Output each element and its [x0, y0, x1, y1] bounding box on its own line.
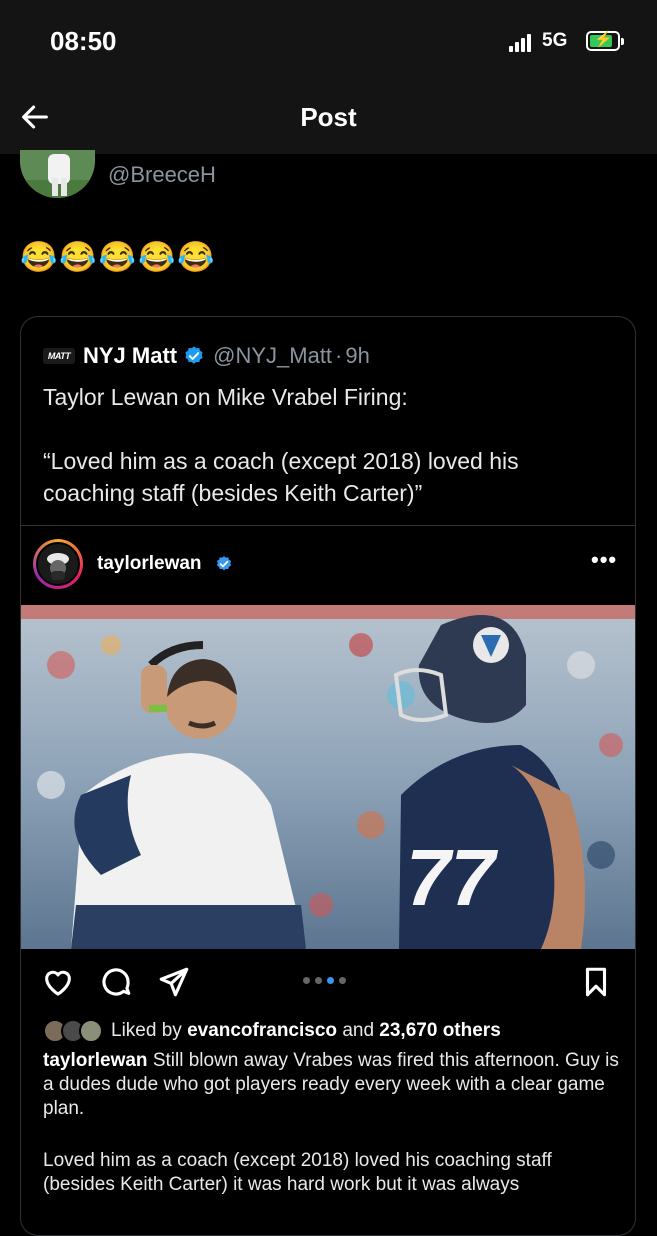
network-label: 5G [542, 30, 568, 51]
separator: · [335, 343, 343, 368]
bookmark-icon[interactable] [579, 965, 613, 999]
instagram-username[interactable]: taylorlewan [97, 553, 202, 575]
likes-prefix: Liked by [111, 1020, 182, 1041]
post-photo[interactable]: 77 [21, 605, 635, 949]
likes-joiner: and [342, 1020, 375, 1041]
carousel-dot [303, 977, 310, 984]
liker-avatars [43, 1019, 105, 1043]
post-author: @BreeceH [20, 150, 620, 210]
page-title: Post [300, 102, 357, 132]
signal-icon [509, 34, 535, 52]
verified-badge-icon [185, 346, 203, 364]
liker-username[interactable]: evancofrancisco [187, 1020, 337, 1042]
quoted-time: 9h [345, 343, 370, 368]
more-options-icon[interactable]: ••• [591, 547, 617, 573]
carousel-dot-active [327, 977, 334, 984]
avatar[interactable] [33, 539, 83, 589]
svg-text:77: 77 [406, 833, 498, 922]
send-icon[interactable] [157, 965, 191, 999]
instagram-header: taylorlewan ••• [21, 529, 635, 601]
carousel-indicator [303, 977, 346, 984]
quoted-handle: @NYJ_Matt [213, 343, 333, 368]
caption: taylorlewan Still blown away Vrabes was … [43, 1049, 623, 1121]
caption-continued: Loved him as a coach (except 2018) loved… [43, 1150, 552, 1195]
nav-bar: Post [0, 82, 657, 154]
avatar[interactable] [20, 150, 95, 198]
carousel-dot [315, 977, 322, 984]
likes-summary[interactable]: Liked by evancofrancisco and 23,670 othe… [43, 1019, 501, 1043]
quoted-name: NYJ Matt [83, 343, 178, 368]
comment-icon[interactable] [99, 965, 133, 999]
status-time: 08:50 [50, 26, 117, 56]
status-bar: 08:50 5G ⚡ [0, 0, 657, 82]
heart-icon[interactable] [41, 965, 75, 999]
battery-icon: ⚡ [586, 31, 624, 51]
instagram-actions [21, 957, 635, 1007]
verified-badge-icon [216, 556, 232, 571]
quoted-header: MATT NYJ Matt @NYJ_Matt · 9h [43, 343, 370, 369]
quoted-post[interactable]: MATT NYJ Matt @NYJ_Matt · 9h Taylor Lewa… [20, 316, 636, 1236]
quoted-text: Taylor Lewan on Mike Vrabel Firing: “Lov… [43, 384, 519, 506]
caption-username[interactable]: taylorlewan [43, 1050, 148, 1071]
likes-count[interactable]: 23,670 others [379, 1020, 500, 1042]
author-handle[interactable]: @BreeceH [108, 162, 216, 188]
post-text: 😂😂😂😂😂 [20, 241, 217, 274]
divider [21, 525, 635, 526]
carousel-dot [339, 977, 346, 984]
avatar: MATT [43, 348, 75, 364]
